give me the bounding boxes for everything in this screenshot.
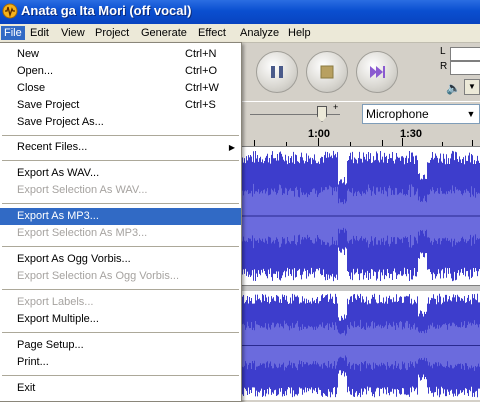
menu-item-export-multiple[interactable]: Export Multiple...	[0, 311, 241, 328]
menu-separator	[2, 332, 239, 333]
menu-separator	[2, 135, 239, 136]
ruler-tick	[472, 140, 473, 146]
submenu-arrow-icon: ▶	[228, 143, 235, 152]
menu-item-print[interactable]: Print...	[0, 354, 241, 371]
menu-edit[interactable]: Edit	[27, 26, 52, 40]
skip-end-button[interactable]	[356, 51, 398, 93]
menu-separator	[2, 246, 239, 247]
chevron-down-icon[interactable]: ▼	[464, 79, 480, 95]
menu-view[interactable]: View	[58, 26, 88, 40]
menu-item-export-mp3[interactable]: Export As MP3...	[0, 208, 241, 225]
ruler-tick	[286, 142, 287, 146]
menu-project[interactable]: Project	[92, 26, 132, 40]
menu-effect[interactable]: Effect	[195, 26, 229, 40]
speaker-icon[interactable]: 🔈	[446, 81, 461, 95]
gain-slider-thumb[interactable]	[317, 106, 327, 122]
menu-separator	[2, 289, 239, 290]
skip-end-icon	[357, 52, 397, 92]
menu-item-export-wav[interactable]: Export As WAV...	[0, 165, 241, 182]
ruler-tick	[442, 142, 443, 146]
menu-item-export-selection-mp3[interactable]: Export Selection As MP3...	[0, 225, 241, 242]
menu-separator	[2, 160, 239, 161]
stop-icon	[307, 52, 347, 92]
ruler-tick	[350, 142, 351, 146]
menu-item-exit[interactable]: Exit	[0, 380, 241, 397]
audio-waveform-icon[interactable]	[2, 3, 18, 19]
input-source-value: Microphone	[366, 107, 429, 121]
window-title: Anata ga Ita Mori (off vocal)	[21, 3, 192, 18]
menu-item-page-setup[interactable]: Page Setup...	[0, 337, 241, 354]
menu-item-close[interactable]: Close Ctrl+W	[0, 80, 241, 97]
menu-item-save-project-as[interactable]: Save Project As...	[0, 114, 241, 131]
waveform-track-right[interactable]	[242, 291, 480, 400]
meter-left-label: L	[440, 46, 446, 57]
title-bar: Anata ga Ita Mori (off vocal)	[0, 0, 480, 24]
pause-icon	[257, 52, 297, 92]
ruler-label: 1:30	[400, 128, 423, 140]
menu-item-recent-files[interactable]: Recent Files... ▶	[0, 139, 241, 156]
menu-item-export-labels[interactable]: Export Labels...	[0, 294, 241, 311]
menu-item-open[interactable]: Open... Ctrl+O	[0, 63, 241, 80]
file-menu-dropdown: New Ctrl+N Open... Ctrl+O Close Ctrl+W Save…	[0, 42, 242, 402]
gain-plus-label: +	[333, 102, 339, 112]
menu-item-save-project[interactable]: Save Project Ctrl+S	[0, 97, 241, 114]
meter-right-bar	[450, 61, 480, 75]
meter-left-bar	[450, 47, 480, 61]
menu-item-new[interactable]: New Ctrl+N	[0, 46, 241, 63]
menu-separator	[2, 375, 239, 376]
ruler-tick	[382, 140, 383, 146]
menu-help[interactable]: Help	[285, 26, 314, 40]
meter-right-label: R	[440, 61, 448, 72]
input-source-select[interactable]: Microphone ▼	[362, 104, 480, 124]
menu-item-export-selection-wav[interactable]: Export Selection As WAV...	[0, 182, 241, 199]
pause-button[interactable]	[256, 51, 298, 93]
waveform-track-left[interactable]	[242, 147, 480, 285]
waveform	[242, 291, 480, 400]
menu-generate[interactable]: Generate	[138, 26, 190, 40]
chevron-down-icon[interactable]: ▼	[463, 105, 479, 123]
level-meter: L R 🔈 ▼	[430, 43, 480, 101]
menu-bar: File Edit View Project Generate Effect A…	[0, 24, 480, 43]
ruler-label: 1:00	[308, 128, 331, 140]
stop-button[interactable]	[306, 51, 348, 93]
menu-file[interactable]: File	[1, 26, 25, 40]
menu-analyze[interactable]: Analyze	[237, 26, 282, 40]
menu-item-export-selection-ogg[interactable]: Export Selection As Ogg Vorbis...	[0, 268, 241, 285]
waveform	[242, 147, 480, 285]
menu-item-export-ogg[interactable]: Export As Ogg Vorbis...	[0, 251, 241, 268]
ruler-tick	[254, 140, 255, 146]
timeline-ruler[interactable]: 1:00 1:30	[242, 126, 480, 147]
menu-separator	[2, 203, 239, 204]
